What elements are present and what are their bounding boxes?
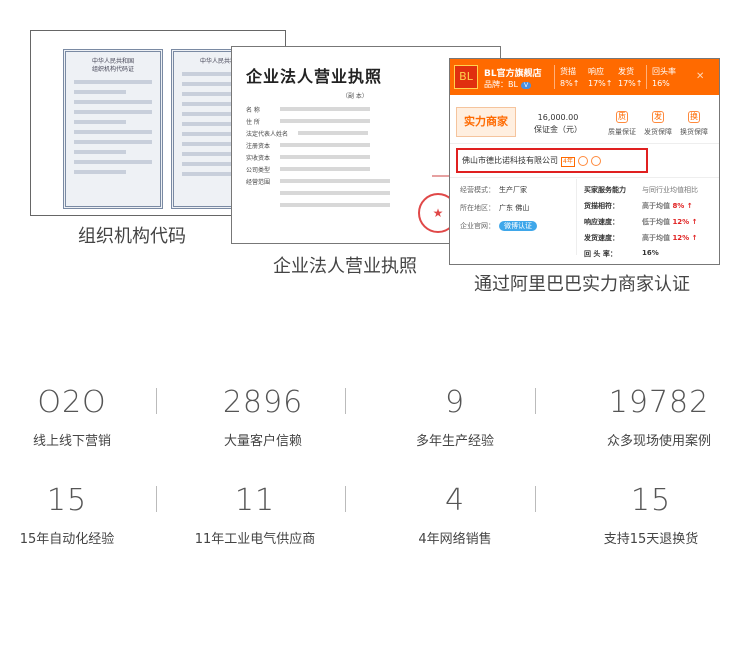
- exchange-icon: 换: [688, 111, 700, 123]
- metrics-header: 买家服务能力 与同行业均值相比: [584, 186, 698, 194]
- license-field: 公司类型: [246, 165, 370, 174]
- license-field: 实收资本: [246, 153, 370, 162]
- alibaba-caption: 通过阿里巴巴实力商家认证: [474, 274, 690, 295]
- license-title: 企业法人营业执照: [246, 67, 383, 86]
- license-field: 经营范围: [246, 177, 390, 186]
- stat-label: 11年工业电气供应商: [194, 532, 316, 547]
- stat-number: 19782: [608, 385, 710, 420]
- info-mode: 经营模式： 生产厂家: [460, 186, 527, 194]
- brand-line: 品牌：BL V: [484, 79, 532, 90]
- stat-supplier: 11 11年工业电气供应商: [180, 484, 330, 548]
- stat-label: 大量客户信赖: [223, 434, 302, 449]
- deposit-amount: 16,000.00: [537, 113, 579, 122]
- stat-number: 11: [234, 483, 276, 518]
- license-field: 注册资本: [246, 141, 370, 150]
- stat-item: 发货 17%↑: [618, 67, 643, 88]
- stat-online-sales: 4 4年网络销售: [380, 484, 530, 548]
- deposit: 16,000.00 保证金（元）: [534, 112, 582, 136]
- store-name[interactable]: BL官方旗舰店: [484, 66, 542, 79]
- stat-label: 支持15天退换货: [603, 532, 699, 547]
- service-exchange[interactable]: 换换货保障: [672, 111, 716, 137]
- info-region: 所在地区： 广东 佛山: [460, 204, 530, 212]
- metric-row: 货描相符： 高于均值 8% ↑: [584, 202, 693, 210]
- stat-automation: 15 15年自动化经验: [0, 484, 142, 548]
- stat-item: 回头率 16%: [652, 67, 676, 88]
- alibaba-merchant-card: BL BL官方旗舰店 品牌：BL V 货描 8%↑ 响应 17%↑ 发货 17%↑ 回头…: [449, 58, 720, 265]
- merchant-badge: 实力商家: [456, 107, 516, 137]
- stat-number: 2896: [222, 385, 304, 420]
- certificate-front: 中华人民共和国 组织机构代码证: [63, 49, 163, 209]
- stat-cases: 19782 众多现场使用案例: [584, 386, 734, 450]
- stat-customers: 2896 大量客户信赖: [188, 386, 338, 450]
- business-license-caption: 企业法人营业执照: [273, 256, 417, 277]
- close-icon[interactable]: ✕: [696, 71, 704, 82]
- quality-icon: 质: [616, 111, 628, 123]
- stat-production-years: 9 多年生产经验: [380, 386, 530, 450]
- store-header: BL BL官方旗舰店 品牌：BL V 货描 8%↑ 响应 17%↑ 发货 17%↑ 回头…: [450, 59, 719, 95]
- metric-row: 回 头 率： 16%: [584, 249, 659, 258]
- info-website: 企业官网： 微博认证: [460, 221, 537, 231]
- years-badge: 4年: [561, 157, 575, 167]
- stat-label: 线上线下营销: [32, 434, 111, 449]
- stat-label: 4年网络销售: [418, 532, 492, 547]
- shipping-icon: 发: [652, 111, 664, 123]
- license-field: 名 称: [246, 105, 370, 114]
- metric-row: 响应速度： 低于均值 12% ↑: [584, 218, 698, 226]
- stat-number: 15: [630, 483, 672, 518]
- stat-number: 9: [444, 385, 466, 420]
- weibo-verified-button[interactable]: 微博认证: [499, 221, 537, 231]
- stat-label: 多年生产经验: [415, 434, 494, 449]
- certificate-heading-1: 中华人民共和国: [91, 58, 134, 65]
- stat-number: O2O: [37, 385, 107, 420]
- verified-icon: V: [520, 82, 532, 89]
- license-copy-tag: （副 本）: [342, 93, 368, 100]
- stat-item: 货描 8%↑: [560, 67, 580, 88]
- org-code-caption: 组织机构代码: [78, 226, 186, 247]
- certificate-heading-2: 组织机构代码证: [91, 66, 134, 73]
- stat-returns: 15 支持15天退换货: [576, 484, 726, 548]
- company-highlight: 佛山市德比诺科技有限公司 4年: [456, 148, 648, 173]
- metric-row: 发货速度： 高于均值 12% ↑: [584, 234, 698, 242]
- license-field: 法定代表人姓名: [246, 129, 368, 138]
- license-field: 住 所: [246, 117, 370, 126]
- company-name[interactable]: 佛山市德比诺科技有限公司: [462, 156, 558, 165]
- stat-label: 15年自动化经验: [19, 532, 115, 547]
- credit-icon: [577, 155, 588, 166]
- deposit-label: 保证金（元）: [534, 125, 582, 134]
- stat-item: 响应 17%↑: [588, 67, 613, 88]
- stat-label: 众多现场使用案例: [606, 434, 711, 449]
- stat-number: 4: [444, 483, 466, 518]
- store-logo-icon: BL: [454, 65, 478, 89]
- stat-number: 15: [46, 483, 88, 518]
- stat-o2o: O2O 线上线下营销: [0, 386, 147, 450]
- trust-icon: [590, 155, 601, 166]
